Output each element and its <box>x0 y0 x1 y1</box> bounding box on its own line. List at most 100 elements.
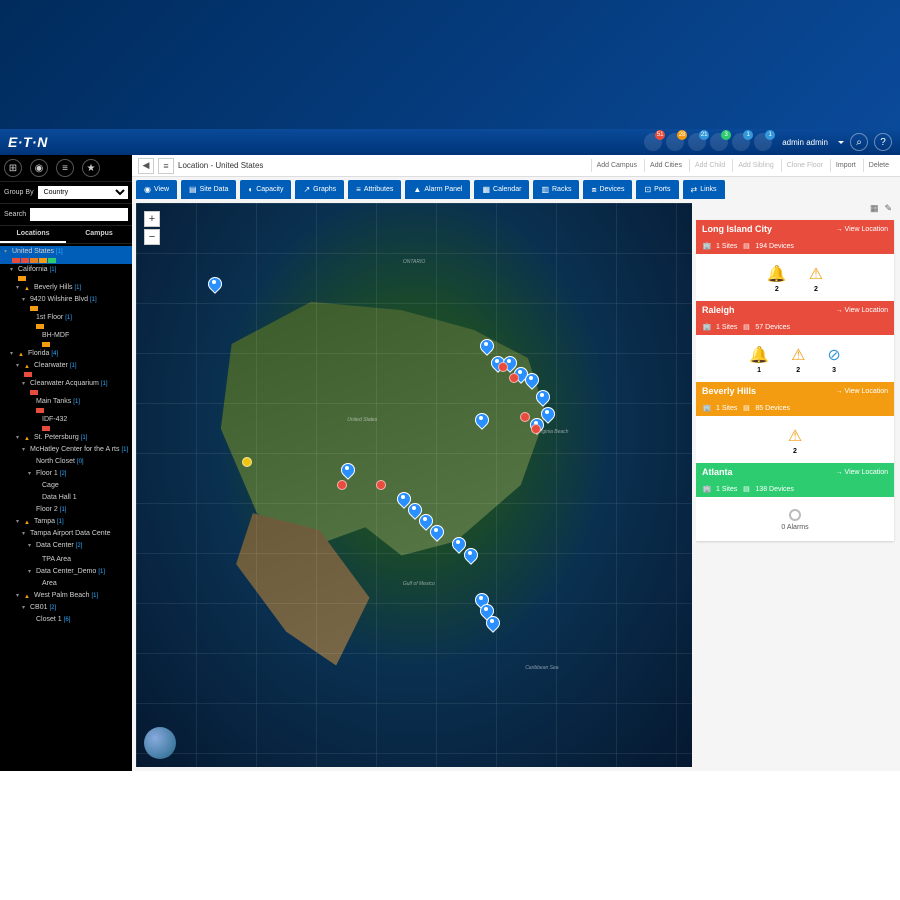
map-pin[interactable] <box>480 339 492 355</box>
sidebar-tab-campus[interactable]: Campus <box>66 226 132 243</box>
warning-icon <box>24 518 32 526</box>
sidebar-tab-locations[interactable]: Locations <box>0 226 66 243</box>
map-alert-dot-critical[interactable] <box>337 480 347 490</box>
map-zoom-in-button[interactable]: + <box>144 211 160 227</box>
tree-node[interactable]: ▾United States [1] <box>0 246 132 264</box>
tab-attributes[interactable]: ≡Attributes <box>348 180 401 199</box>
tree-node[interactable]: North Closet [0] <box>0 456 132 468</box>
sidebar-mode-grid-icon[interactable]: ⊞ <box>4 159 22 177</box>
tree-node[interactable]: ▾West Palm Beach [1] <box>0 590 132 602</box>
map-globe-reset-button[interactable] <box>144 727 176 759</box>
tab-alarm-panel[interactable]: ▲Alarm Panel <box>405 180 470 199</box>
map-alert-dot-critical[interactable] <box>509 373 519 383</box>
search-input[interactable] <box>30 208 128 221</box>
map-pin[interactable] <box>475 413 487 429</box>
tree-node[interactable]: ▾Data Center [2] <box>0 540 132 552</box>
map-zoom-out-button[interactable]: − <box>144 229 160 245</box>
search-icon[interactable]: ⌕ <box>850 133 868 151</box>
nav-status-icon[interactable]: 28 <box>666 133 684 151</box>
tab-calendar[interactable]: ▦Calendar <box>474 180 529 199</box>
tab-capacity[interactable]: ◐Capacity <box>240 180 291 199</box>
nav-status-icon[interactable]: 1 <box>754 133 772 151</box>
tree-node[interactable]: IDF-432 <box>0 414 132 432</box>
view-location-link[interactable]: → View Location <box>836 469 888 476</box>
tree-node[interactable]: 1st Floor [1] <box>0 312 132 330</box>
map-pin[interactable] <box>464 548 476 564</box>
map-view[interactable]: ONTARIOUnited StatesGulf of MexicoCaribb… <box>136 203 692 767</box>
devices-icon: ▤ <box>741 403 751 413</box>
location-card: Raleigh→ View Location🏢1 Sites▤57 Device… <box>696 301 894 382</box>
map-pin[interactable] <box>486 616 498 632</box>
tree-node[interactable]: ▾Clearwater [1] <box>0 360 132 378</box>
tree-node[interactable]: ▾CB01 [2] <box>0 602 132 614</box>
tree-node[interactable]: Main Tanks [1] <box>0 396 132 414</box>
nav-status-icon[interactable]: 3 <box>710 133 728 151</box>
status-chip <box>48 258 56 263</box>
tree-node[interactable]: ▾Florida [4] <box>0 348 132 360</box>
tree-node[interactable]: ▾Clearwater Acquarium [1] <box>0 378 132 396</box>
tree-node[interactable]: Closet 1 [6] <box>0 614 132 626</box>
breadcrumb-menu-button[interactable]: ≡ <box>158 158 174 174</box>
card-edit-icon[interactable]: ✎ <box>884 203 892 215</box>
action-import[interactable]: Import <box>830 159 861 172</box>
tree-node[interactable]: ▾Tampa Airport Data Cente <box>0 528 132 540</box>
sidebar-mode-list-icon[interactable]: ≡ <box>56 159 74 177</box>
tab-graphs[interactable]: ↗Graphs <box>295 180 344 199</box>
help-icon[interactable]: ? <box>874 133 892 151</box>
tree-node[interactable]: ▾Floor 1 [2] <box>0 468 132 480</box>
status-chip <box>18 276 26 281</box>
tab-icon: ≡ <box>356 185 361 194</box>
map-pin[interactable] <box>208 277 220 293</box>
status-chip <box>42 426 50 431</box>
action-add-campus[interactable]: Add Campus <box>591 159 642 172</box>
map-pin[interactable] <box>430 525 442 541</box>
tab-ports[interactable]: ⊡Ports <box>636 180 678 199</box>
tab-racks[interactable]: ▥Racks <box>533 180 579 199</box>
view-location-link[interactable]: → View Location <box>836 388 888 395</box>
breadcrumb-back-button[interactable]: ◀ <box>138 158 154 174</box>
tree-node[interactable]: Area <box>0 578 132 590</box>
card-title: Atlanta <box>702 467 733 477</box>
map-alert-dot-critical[interactable] <box>376 480 386 490</box>
tree-node[interactable]: ▾9420 Wilshire Blvd [1] <box>0 294 132 312</box>
tree-node[interactable]: ▾Tampa [1] <box>0 516 132 528</box>
tab-devices[interactable]: ⧈Devices <box>583 180 632 199</box>
action-delete[interactable]: Delete <box>863 159 894 172</box>
tree-node[interactable]: BH-MDF <box>0 330 132 348</box>
tree-node[interactable]: Data Hall 1 <box>0 492 132 504</box>
tab-site-data[interactable]: ▤Site Data <box>181 180 236 199</box>
map-pin[interactable] <box>341 463 353 479</box>
map-alert-dot-warning[interactable] <box>242 457 252 467</box>
map-pin[interactable] <box>536 390 548 406</box>
card-grid-toggle-icon[interactable]: ▦ <box>870 203 879 215</box>
action-add-cities[interactable]: Add Cities <box>644 159 687 172</box>
user-menu-caret-icon[interactable] <box>838 141 844 144</box>
sidebar-mode-star-icon[interactable]: ★ <box>82 159 100 177</box>
tree-node[interactable]: ▾Data Center_Demo [1] <box>0 566 132 578</box>
tree-node[interactable]: ▾Beverly Hills [1] <box>0 282 132 294</box>
user-label[interactable]: admin admin <box>782 138 828 147</box>
view-location-link[interactable]: → View Location <box>836 307 888 314</box>
tree-node[interactable]: TPA Area <box>0 554 132 566</box>
map-pin[interactable] <box>525 373 537 389</box>
tree-node[interactable]: ▾California [1] <box>0 264 132 282</box>
nav-status-icon[interactable]: 21 <box>688 133 706 151</box>
nav-status-icon[interactable]: 51 <box>644 133 662 151</box>
zero-alarms-icon <box>789 509 801 521</box>
tree-node[interactable]: ▾McHatley Center for the A rts [1] <box>0 444 132 456</box>
map-alert-dot-critical[interactable] <box>531 424 541 434</box>
alarm-count: 2 <box>814 286 818 293</box>
tree-node[interactable]: ▾St. Petersburg [1] <box>0 432 132 444</box>
nav-status-icon[interactable]: 1 <box>732 133 750 151</box>
map-alert-dot-critical[interactable] <box>520 412 530 422</box>
group-by-select[interactable]: Country <box>38 186 128 199</box>
tree-node[interactable]: Floor 2 [1] <box>0 504 132 516</box>
tab-view[interactable]: ◉View <box>136 180 177 199</box>
tree-node[interactable]: Cage <box>0 480 132 492</box>
sidebar-mode-globe-icon[interactable]: ◉ <box>30 159 48 177</box>
tab-icon: ▥ <box>541 185 549 194</box>
map-alert-dot-critical[interactable] <box>498 362 508 372</box>
tab-links[interactable]: ⇄Links <box>683 180 725 199</box>
view-location-link[interactable]: → View Location <box>836 226 888 233</box>
location-tree: ▾United States [1]▾California [1]▾Beverl… <box>0 244 132 771</box>
